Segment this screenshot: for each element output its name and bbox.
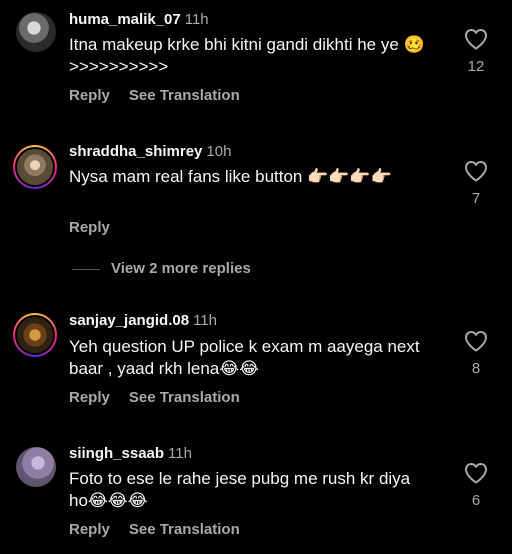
like-count: 8 [471,360,481,377]
user-avatar [15,315,55,355]
username[interactable]: huma_malik_07 [69,11,181,28]
comment-text: Yeh question UP police k exam m aayega n… [69,337,420,378]
reply-button[interactable]: Reply [69,389,110,406]
like-count: 12 [467,58,485,75]
heart-icon[interactable] [464,28,488,50]
comment-actions: Reply See Translation [69,86,240,106]
view-more-replies-label: View 2 more replies [111,260,251,277]
user-avatar[interactable] [16,447,56,487]
comment-actions: Reply [69,218,110,238]
user-avatar [15,147,55,187]
comment-text: Itna makeup krke bhi kitni gandi dikhti … [69,35,425,76]
timestamp: 11h [168,445,192,462]
see-translation-button[interactable]: See Translation [129,87,240,104]
like-count: 6 [471,492,481,509]
like-control: 8 [463,330,489,378]
comment-header: siingh_ssaab 11h [69,444,192,464]
comment-header: shraddha_shimrey 10h [69,142,231,162]
comment-actions: Reply See Translation [69,520,240,540]
user-avatar[interactable] [16,12,56,52]
comment-actions: Reply See Translation [69,388,240,408]
view-more-replies[interactable]: View 2 more replies [72,259,251,279]
like-control: 6 [463,462,489,510]
heart-icon[interactable] [464,330,488,352]
username[interactable]: shraddha_shimrey [69,143,202,160]
see-translation-button[interactable]: See Translation [129,521,240,538]
username[interactable]: siingh_ssaab [69,445,164,462]
divider [72,268,100,270]
like-control: 7 [463,160,489,208]
user-avatar-story-ring[interactable] [13,313,57,357]
username[interactable]: sanjay_jangid.08 [69,312,189,329]
like-count: 7 [471,190,481,207]
reply-button[interactable]: Reply [69,521,110,538]
timestamp: 11h [193,312,217,329]
reply-button[interactable]: Reply [69,219,110,236]
timestamp: 10h [206,143,232,160]
comment-item: huma_malik_07 11h Itna makeup krke bhi ki… [0,0,512,110]
timestamp: 11h [184,11,209,28]
reply-button[interactable]: Reply [69,87,110,104]
comment-text: Nysa mam real fans like button 👉🏻👉🏻👉🏻👉🏻 [69,167,392,186]
comment-header: sanjay_jangid.08 11h [69,311,217,331]
heart-icon[interactable] [464,160,488,182]
comment-text: Foto to ese le rahe jese pubg me rush kr… [69,469,411,510]
comment-item: siingh_ssaab 11h Foto to ese le rahe jese… [0,442,512,552]
see-translation-button[interactable]: See Translation [129,389,240,406]
heart-icon[interactable] [464,462,488,484]
user-avatar-story-ring[interactable] [13,145,57,189]
comment-header: huma_malik_07 11h [69,10,209,30]
like-control: 12 [463,28,489,76]
comment-item: sanjay_jangid.08 11h Yeh question UP poli… [0,310,512,410]
comment-item: shraddha_shimrey 10h Nysa mam real fans l… [0,140,512,240]
